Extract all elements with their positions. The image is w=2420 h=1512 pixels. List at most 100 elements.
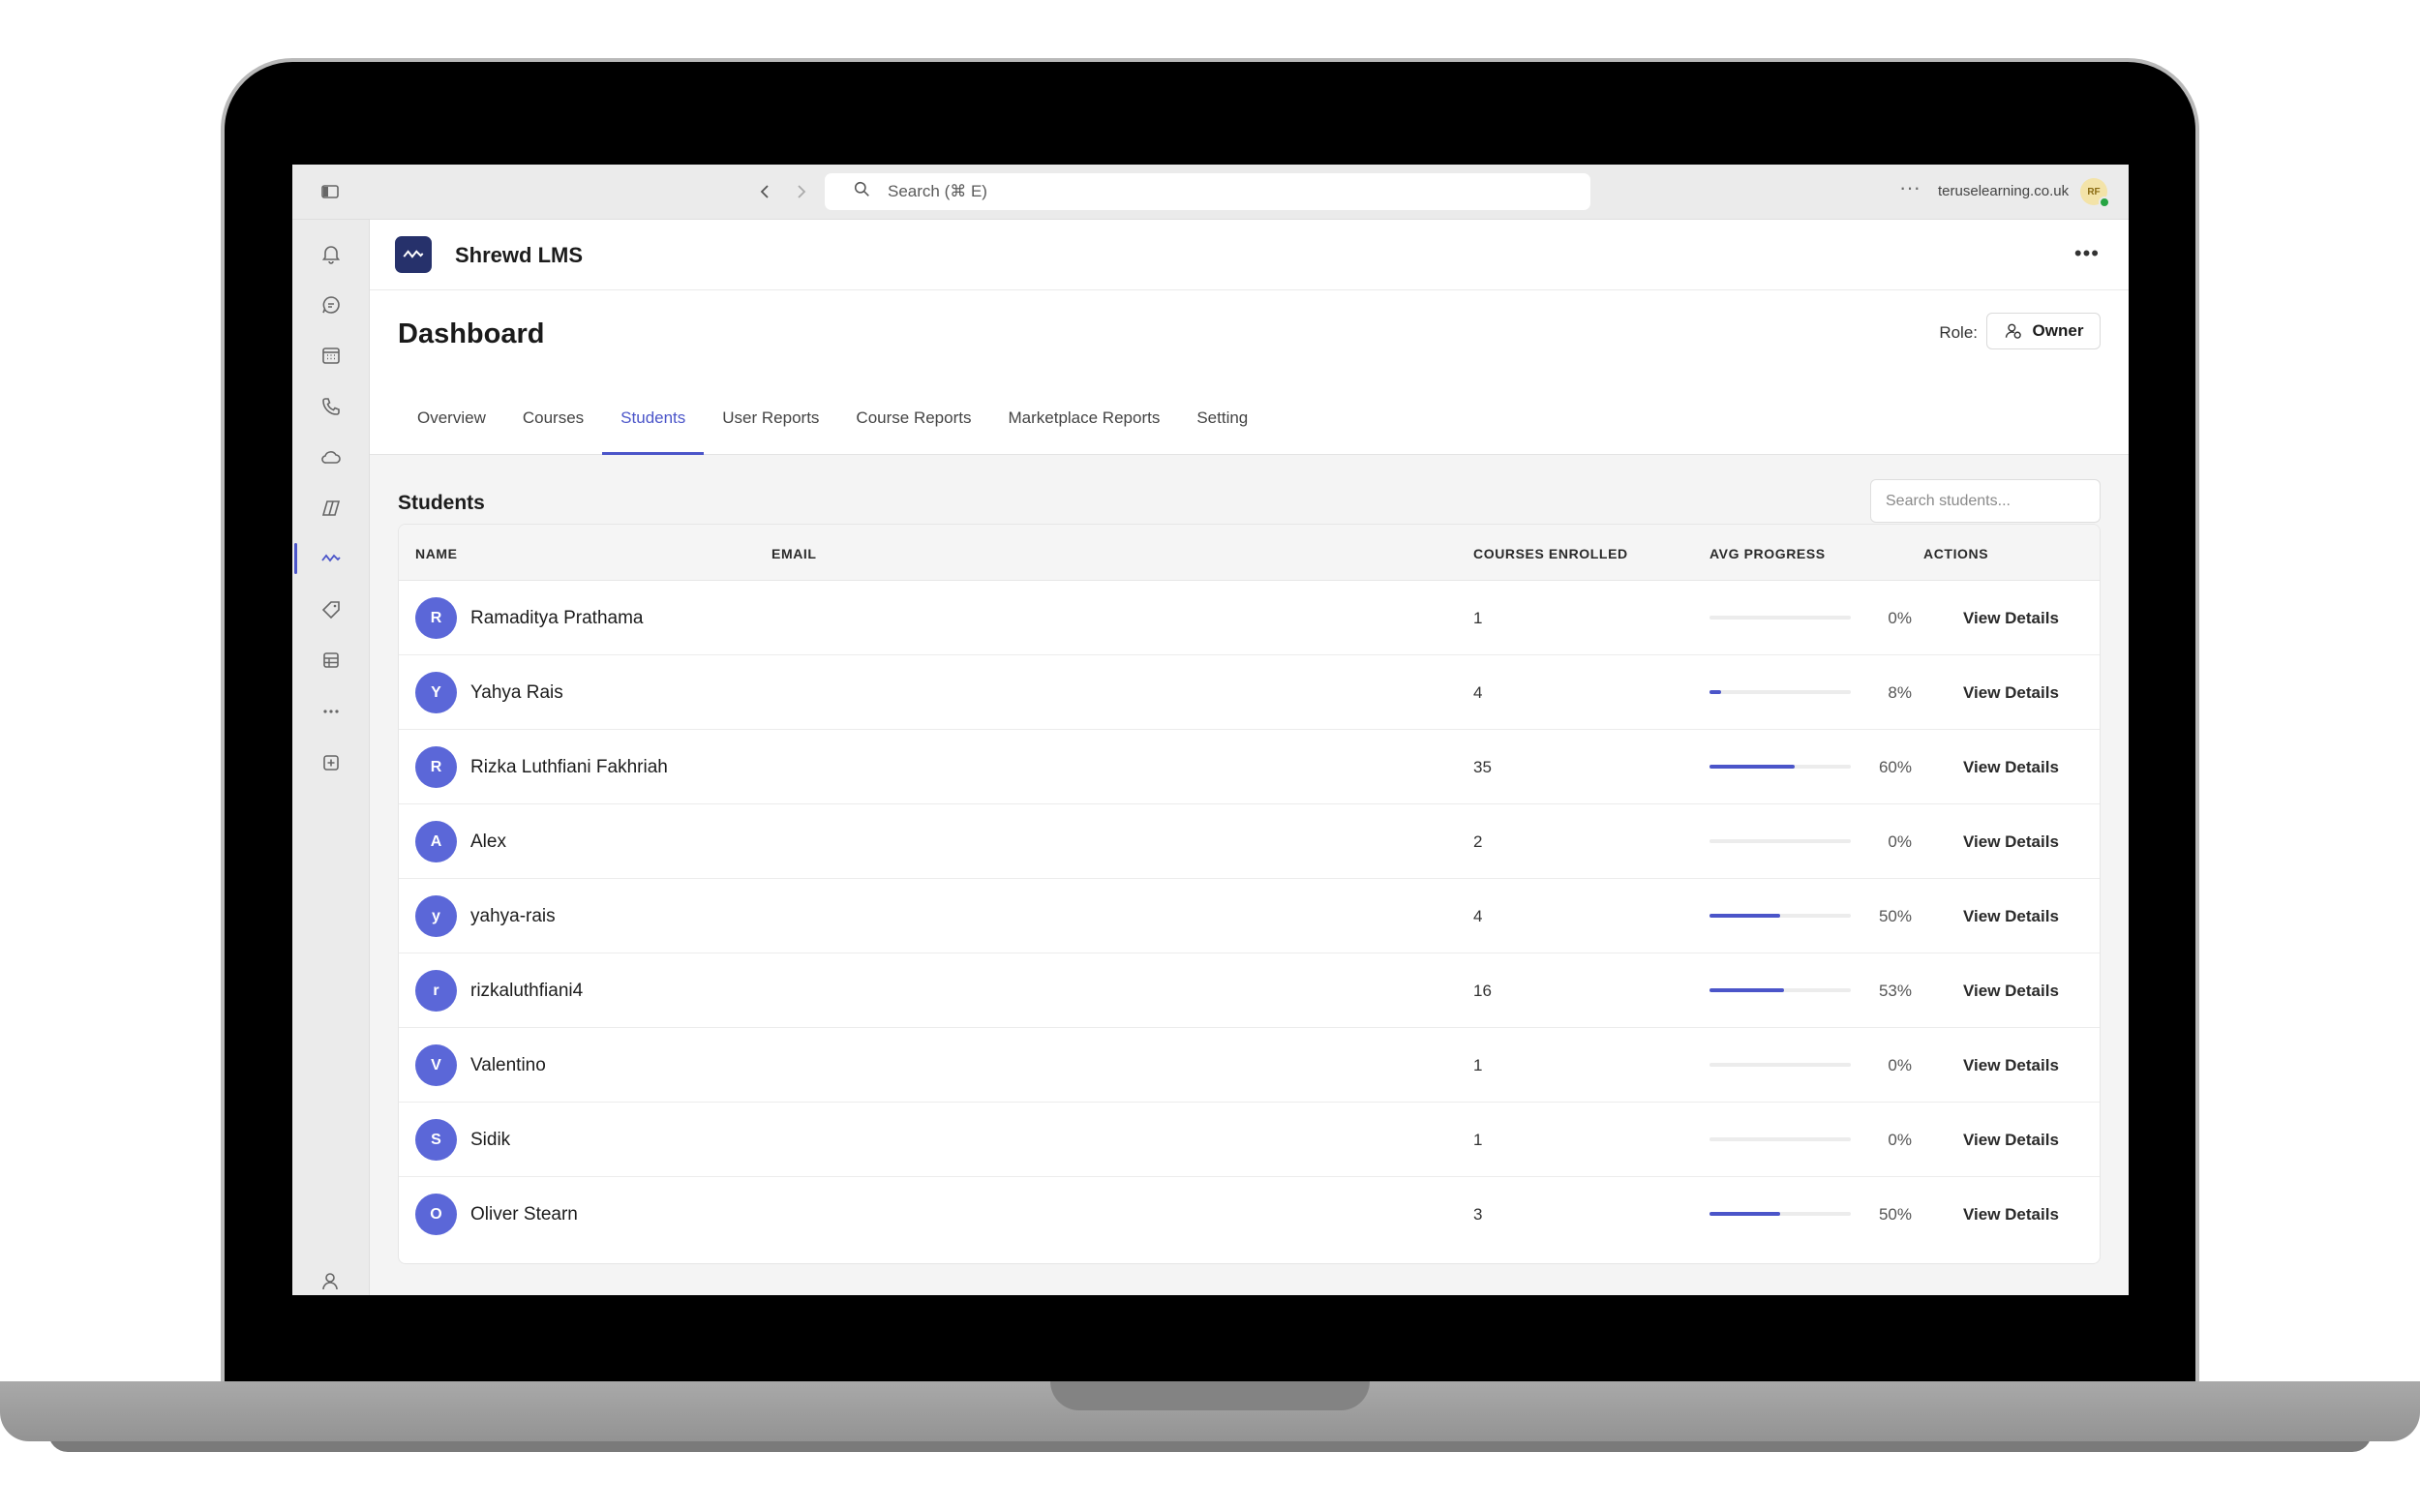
table-row: R Ramaditya Prathama 1 0% View Details <box>399 581 2100 655</box>
view-details-button[interactable]: View Details <box>1963 683 2059 703</box>
tab-marketplace-reports[interactable]: Marketplace Reports <box>989 386 1178 455</box>
progress-bar <box>1709 914 1851 918</box>
progress-fill <box>1709 765 1795 769</box>
more-icon[interactable]: ··· <box>1899 177 1921 198</box>
search-icon <box>854 181 870 202</box>
more-icon <box>323 710 339 713</box>
table-header: NAME EMAIL COURSES ENROLLED AVG PROGRESS… <box>399 525 2100 581</box>
activity-icon <box>403 250 424 258</box>
rail-item-calls[interactable] <box>292 387 370 426</box>
calendar-icon <box>322 348 340 364</box>
back-icon[interactable] <box>755 182 774 205</box>
rail-item-add-apps[interactable] <box>292 743 370 782</box>
rail-item-shrewd-lms[interactable] <box>292 539 370 578</box>
tab-students[interactable]: Students <box>602 386 705 455</box>
student-avatar: R <box>415 597 457 639</box>
online-status-dot <box>2099 197 2110 208</box>
courses-enrolled: 1 <box>1473 609 1483 627</box>
student-name: Ramaditya Prathama <box>470 608 644 628</box>
rail-item-help[interactable] <box>292 1262 370 1295</box>
laptop-notch <box>1050 1381 1370 1410</box>
app-name: Shrewd LMS <box>455 243 584 267</box>
courses-enrolled: 4 <box>1473 683 1483 702</box>
rail-item-calendar[interactable] <box>292 336 370 375</box>
tab-courses[interactable]: Courses <box>504 386 602 455</box>
rail-item-tags[interactable] <box>292 590 370 629</box>
view-details-button[interactable]: View Details <box>1963 907 2059 926</box>
progress-percent: 50% <box>1878 1205 1912 1224</box>
tab-overview[interactable]: Overview <box>399 386 504 455</box>
column-header-email: EMAIL <box>771 546 817 561</box>
table-row: S Sidik 1 0% View Details <box>399 1103 2100 1177</box>
view-details-button[interactable]: View Details <box>1963 609 2059 628</box>
students-table: NAME EMAIL COURSES ENROLLED AVG PROGRESS… <box>398 524 2101 1264</box>
tab-user-reports[interactable]: User Reports <box>704 386 837 455</box>
table-row: y yahya-rais 4 50% View Details <box>399 879 2100 953</box>
student-avatar: A <box>415 821 457 862</box>
progress-fill <box>1709 690 1721 694</box>
page-title: Dashboard <box>398 318 545 349</box>
table-row: O Oliver Stearn 3 50% View Details <box>399 1177 2100 1252</box>
rail-item-chat[interactable] <box>292 286 370 324</box>
courses-enrolled: 3 <box>1473 1205 1483 1224</box>
rail-item-more[interactable] <box>292 692 370 731</box>
student-avatar: S <box>415 1119 457 1161</box>
progress-bar <box>1709 1137 1851 1141</box>
view-details-button[interactable]: View Details <box>1963 982 2059 1001</box>
progress-percent: 53% <box>1878 982 1912 1000</box>
role-label: Role: <box>1939 323 1978 342</box>
student-name: Yahya Rais <box>470 682 563 703</box>
section-title: Students <box>398 492 485 514</box>
view-details-button[interactable]: View Details <box>1963 1056 2059 1075</box>
view-details-button[interactable]: View Details <box>1963 832 2059 852</box>
screen: Search (⌘ E) ··· teruselearning.co.uk RF <box>292 165 2129 1295</box>
student-avatar: O <box>415 1194 457 1235</box>
global-search[interactable]: Search (⌘ E) <box>825 173 1590 210</box>
app-more-icon[interactable]: ••• <box>2074 241 2100 266</box>
tag-icon <box>321 601 340 620</box>
student-name: Rizka Luthfiani Fakhriah <box>470 757 668 777</box>
progress-percent: 0% <box>1888 1056 1912 1074</box>
forward-icon[interactable] <box>792 182 811 205</box>
student-name: Valentino <box>470 1055 546 1075</box>
rail-item-lists[interactable] <box>292 641 370 680</box>
bell-icon <box>321 246 341 264</box>
progress-bar <box>1709 988 1851 992</box>
student-avatar: Y <box>415 672 457 713</box>
student-avatar: r <box>415 970 457 1012</box>
student-name: yahya-rais <box>470 906 556 926</box>
student-avatar: R <box>415 746 457 788</box>
courses-enrolled: 4 <box>1473 907 1483 925</box>
add-app-icon <box>323 755 339 771</box>
app-logo <box>395 236 432 273</box>
tab-course-reports[interactable]: Course Reports <box>837 386 989 455</box>
rail-item-copilot[interactable] <box>292 489 370 528</box>
progress-percent: 8% <box>1888 683 1912 702</box>
column-header-progress: AVG PROGRESS <box>1709 546 1826 561</box>
column-header-name: NAME <box>415 546 458 561</box>
view-details-button[interactable]: View Details <box>1963 1205 2059 1225</box>
rail-item-onedrive[interactable] <box>292 438 370 476</box>
progress-percent: 0% <box>1888 1131 1912 1149</box>
progress-bar <box>1709 765 1851 769</box>
sidebar-toggle-icon[interactable] <box>320 182 340 205</box>
app-rail <box>292 220 370 1295</box>
progress-bar <box>1709 1212 1851 1216</box>
role-button[interactable]: Owner <box>1986 313 2101 349</box>
progress-bar <box>1709 690 1851 694</box>
student-name: Sidik <box>470 1130 511 1150</box>
student-avatar: y <box>415 895 457 937</box>
view-details-button[interactable]: View Details <box>1963 758 2059 777</box>
view-details-button[interactable]: View Details <box>1963 1131 2059 1150</box>
student-avatar: V <box>415 1044 457 1086</box>
courses-enrolled: 16 <box>1473 982 1492 1000</box>
progress-bar <box>1709 839 1851 843</box>
tab-setting[interactable]: Setting <box>1178 386 1266 455</box>
user-settings-icon <box>2005 323 2021 339</box>
student-search-input[interactable] <box>1870 479 2101 523</box>
app-header: Shrewd LMS ••• Dashboard Role: Owner Ove… <box>370 220 2129 455</box>
progress-bar <box>1709 1063 1851 1067</box>
dashboard-tabs: Overview Courses Students User Reports C… <box>399 386 1266 455</box>
rail-item-activity[interactable] <box>292 234 370 273</box>
column-header-actions: ACTIONS <box>1923 546 1989 561</box>
